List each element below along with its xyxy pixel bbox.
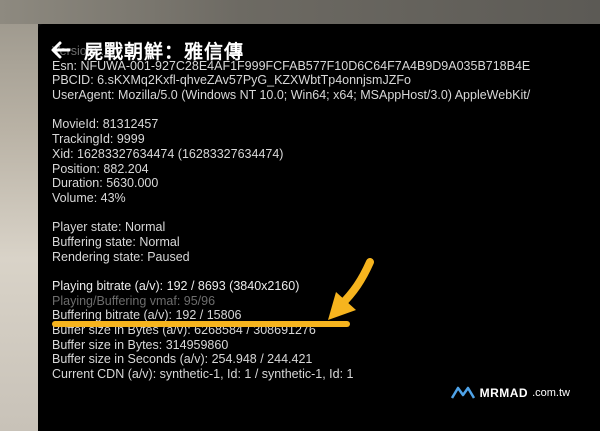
player-header: 屍戰朝鮮：雅信傳 <box>48 34 244 66</box>
background-top <box>0 0 600 24</box>
debug-line-buffer-bytes: Buffer size in Bytes: 314959860 <box>52 337 229 352</box>
arrow-pointer-icon <box>328 258 374 320</box>
video-title: 屍戰朝鮮：雅信傳 <box>84 41 245 63</box>
watermark-domain: .com.tw <box>532 387 570 399</box>
debug-line-movieid: MovieId: 81312457 <box>52 117 159 132</box>
mrmad-logo-icon <box>450 386 475 399</box>
debug-spacer <box>52 103 600 118</box>
debug-line-pbcid: PBCID: 6.sKXMq2Kxfl-qhveZAv57PyG_KZXWbtT… <box>52 73 411 88</box>
watermark: MRMAD .com.tw <box>450 386 570 400</box>
debug-line-volume: Volume: 43% <box>52 190 126 205</box>
watermark-brand: MRMAD <box>479 386 529 400</box>
debug-line-duration: Duration: 5630.000 <box>52 176 159 191</box>
debug-line-useragent: UserAgent: Mozilla/5.0 (Windows NT 10.0;… <box>52 88 531 103</box>
arrow-left-icon[interactable] <box>48 37 74 63</box>
debug-line-player-state: Player state: Normal <box>52 220 166 235</box>
highlight-underline <box>52 321 350 327</box>
debug-line-trackingid: TrackingId: 9999 <box>52 132 145 147</box>
debug-line-buffering-state: Buffering state: Normal <box>52 234 180 249</box>
debug-line-position: Position: 882.204 <box>52 161 149 176</box>
debug-line-current-cdn: Current CDN (a/v): synthetic-1, Id: 1 / … <box>52 367 354 382</box>
video-screen: 屍戰朝鮮：雅信傳 Version: ... Esn: NFUWA-001-927… <box>38 24 600 431</box>
debug-line-buffer-seconds: Buffer size in Seconds (a/v): 254.948 / … <box>52 352 313 367</box>
debug-info-panel: Version: ... Esn: NFUWA-001-927C28E4AF1F… <box>52 44 600 382</box>
background-left <box>0 0 38 431</box>
debug-line-xid: Xid: 16283327634474 (16283327634474) <box>52 146 284 161</box>
debug-spacer <box>52 206 600 221</box>
